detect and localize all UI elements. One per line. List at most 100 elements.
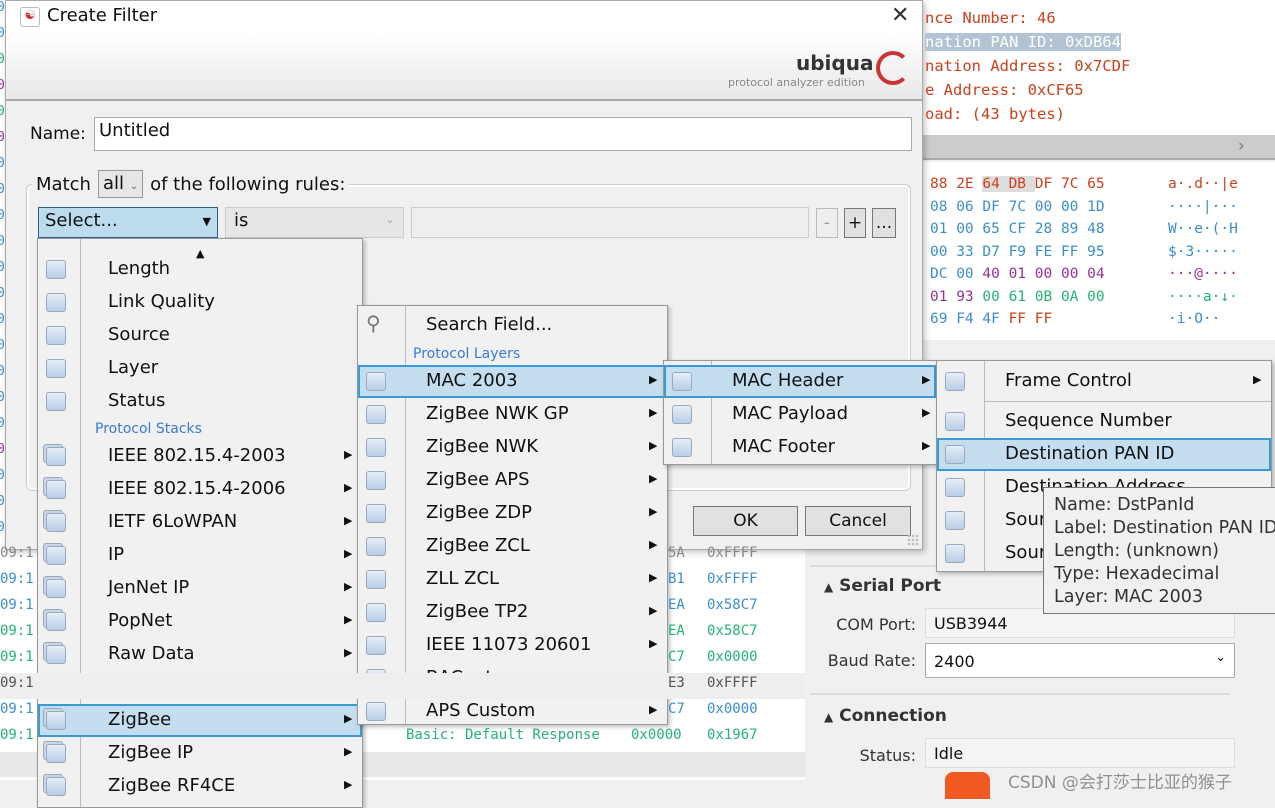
menu-item-ieee-802-15-4-2003[interactable]: IEEE 802.15.4-2003 ▶	[38, 440, 362, 473]
details-scrollbar[interactable]: ›	[920, 135, 1275, 160]
address-cell[interactable]: E3	[668, 675, 685, 691]
submenu-arrow-icon: ▶	[344, 547, 353, 560]
chevron-down-icon: ⌄	[1215, 650, 1226, 665]
logo-subtitle: protocol analyzer edition	[728, 76, 865, 89]
menu-item-raw-data[interactable]: Raw Data ▶	[38, 638, 362, 671]
menu-item-ip[interactable]: IP ▶	[38, 539, 362, 572]
menu-item-zigbee-tp2[interactable]: ZigBee TP2 ▶	[358, 596, 667, 629]
hex-bytes: 08 06 DF 7C 00 00 1D	[930, 198, 1105, 215]
cancel-button[interactable]: Cancel	[805, 506, 911, 536]
field-icon	[945, 372, 965, 391]
detail-line: oad: (43 bytes)	[925, 105, 1065, 123]
time-cell[interactable]: 09:1	[0, 597, 34, 613]
menu-item-mac-payload[interactable]: MAC Payload ▶	[664, 398, 936, 431]
address-cell[interactable]: 0xFFFF	[707, 675, 758, 691]
address-cell[interactable]: EA	[668, 623, 685, 639]
menu-item-destination-pan-id[interactable]: Destination PAN ID	[937, 438, 1271, 471]
menu-item-zigbee-ip[interactable]: ZigBee IP ▶	[38, 737, 362, 770]
menu-item-aps-custom[interactable]: APS Custom ▶	[358, 695, 667, 728]
address-cell[interactable]: 0xFFFF	[707, 571, 758, 587]
detail-line: nation Address: 0x7CDF	[925, 57, 1131, 75]
add-rule-button[interactable]: +	[844, 208, 866, 238]
name-input[interactable]: Untitled	[94, 117, 912, 151]
menu-item-frame-control[interactable]: Frame Control ▶	[937, 365, 1271, 398]
menu-item-zigbee[interactable]: ZigBee ▶	[38, 704, 362, 737]
menu-item-sequence-number[interactable]: Sequence Number	[937, 405, 1271, 438]
menu-item-search-field[interactable]: Search Field... ⚲	[358, 309, 667, 342]
time-cell[interactable]: 09:1	[0, 545, 34, 561]
menu-item-popnet[interactable]: PopNet ▶	[38, 605, 362, 638]
time-cell[interactable]: 09:1	[0, 727, 34, 743]
address-cell[interactable]: B1	[668, 571, 685, 587]
menu-item-ieee-802-15-4-2006[interactable]: IEEE 802.15.4-2006 ▶	[38, 473, 362, 506]
match-select[interactable]: all ⌄	[97, 170, 144, 198]
menu-item-zigbee-zcl[interactable]: ZigBee ZCL ▶	[358, 530, 667, 563]
address-cell[interactable]: 0x1967	[707, 727, 758, 743]
hex-bytes: 64 DB	[982, 176, 1035, 192]
menu-item-zigbee-nwk-gp[interactable]: ZigBee NWK GP ▶	[358, 398, 667, 431]
field-icon	[46, 392, 66, 411]
address-cell[interactable]: 0x0000	[631, 727, 682, 743]
scroll-right-icon[interactable]: ›	[1238, 136, 1245, 156]
address-cell[interactable]: 0x58C7	[707, 597, 758, 613]
address-cell[interactable]: 0xFFFF	[707, 545, 758, 561]
field-select[interactable]: Select... ▼	[38, 207, 218, 238]
menu-item-zigbee-nwk[interactable]: ZigBee NWK ▶	[358, 431, 667, 464]
menu-item-zll-zcl[interactable]: ZLL ZCL ▶	[358, 563, 667, 596]
operator-select[interactable]: is ⌄	[225, 207, 404, 238]
address-cell[interactable]: C7	[668, 701, 685, 717]
address-cell[interactable]: EA	[668, 597, 685, 613]
field-icon	[672, 405, 692, 424]
menu-item-layer[interactable]: Layer	[38, 352, 362, 385]
menu-item-label: Link Quality	[108, 291, 215, 312]
more-button[interactable]: ...	[872, 208, 896, 238]
time-cell[interactable]: 09:1	[0, 701, 34, 717]
submenu-arrow-icon: ▶	[1253, 373, 1262, 386]
time-cell[interactable]: 09:1	[0, 675, 34, 691]
address-cell[interactable]: C7	[668, 649, 685, 665]
menu-item-label: ZigBee ZDP	[426, 502, 533, 523]
time-cell[interactable]: 09:1	[0, 649, 34, 665]
menu-item-mac-header[interactable]: MAC Header ▶	[664, 365, 936, 398]
time-cell[interactable]: 09:1	[0, 623, 34, 639]
hex-row: 01 93 00 61 0B 0A 00	[930, 289, 1105, 305]
ascii-row: ···@····	[1168, 266, 1238, 282]
stack-icon	[46, 546, 66, 565]
address-cell[interactable]: 0x0000	[707, 649, 758, 665]
menu-item-source[interactable]: Source	[38, 319, 362, 352]
menu-item-ietf-6lowpan[interactable]: IETF 6LoWPAN ▶	[38, 506, 362, 539]
close-icon[interactable]: ✕	[891, 3, 909, 28]
baud-rate-select[interactable]: 2400 ⌄	[925, 643, 1235, 678]
menu-item-mac-footer[interactable]: MAC Footer ▶	[664, 431, 936, 464]
menu-item-mac-2003[interactable]: MAC 2003 ▶	[358, 365, 667, 398]
menu-item-zigbee-aps[interactable]: ZigBee APS ▶	[358, 464, 667, 497]
address-cell[interactable]: 0x58C7	[707, 623, 758, 639]
menu-item-zigbee-rf4ce[interactable]: ZigBee RF4CE ▶	[38, 770, 362, 803]
ok-button[interactable]: OK	[693, 506, 798, 536]
hex-bytes: 01 93	[930, 288, 983, 305]
divider	[810, 693, 1230, 695]
serial-port-section[interactable]: ▲ Serial Port	[824, 576, 941, 596]
submenu-arrow-icon: ▶	[649, 373, 658, 386]
time-cell[interactable]: 09:1	[0, 571, 34, 587]
menu-item-status[interactable]: Status	[38, 385, 362, 418]
menu-item-ieee-11073-20601[interactable]: IEEE 11073 20601 ▶	[358, 629, 667, 662]
description-cell[interactable]: Basic: Default Response	[406, 727, 600, 743]
menu-item-label: IEEE 802.15.4-2006	[108, 478, 286, 499]
menu-item-length[interactable]: Length	[38, 253, 362, 286]
address-cell[interactable]: 0x0000	[707, 701, 758, 717]
address-cell[interactable]: 5A	[668, 545, 685, 561]
submenu-arrow-icon: ▶	[344, 448, 353, 461]
submenu-arrow-icon: ▶	[649, 538, 658, 551]
value-input[interactable]	[411, 207, 809, 238]
menu-item-link-quality[interactable]: Link Quality	[38, 286, 362, 319]
connection-section[interactable]: ▲ Connection	[824, 706, 947, 726]
remove-rule-button[interactable]: -	[816, 208, 838, 238]
menu-item-jennet-ip[interactable]: JenNet IP ▶	[38, 572, 362, 605]
menu-item-label: MAC Payload	[732, 403, 849, 424]
submenu-arrow-icon: ▶	[649, 604, 658, 617]
menu-item-zigbee-zdp[interactable]: ZigBee ZDP ▶	[358, 497, 667, 530]
resize-grip[interactable]	[907, 534, 919, 546]
hex-bytes: DC 00	[930, 266, 983, 282]
collapse-icon: ▲	[824, 580, 834, 594]
